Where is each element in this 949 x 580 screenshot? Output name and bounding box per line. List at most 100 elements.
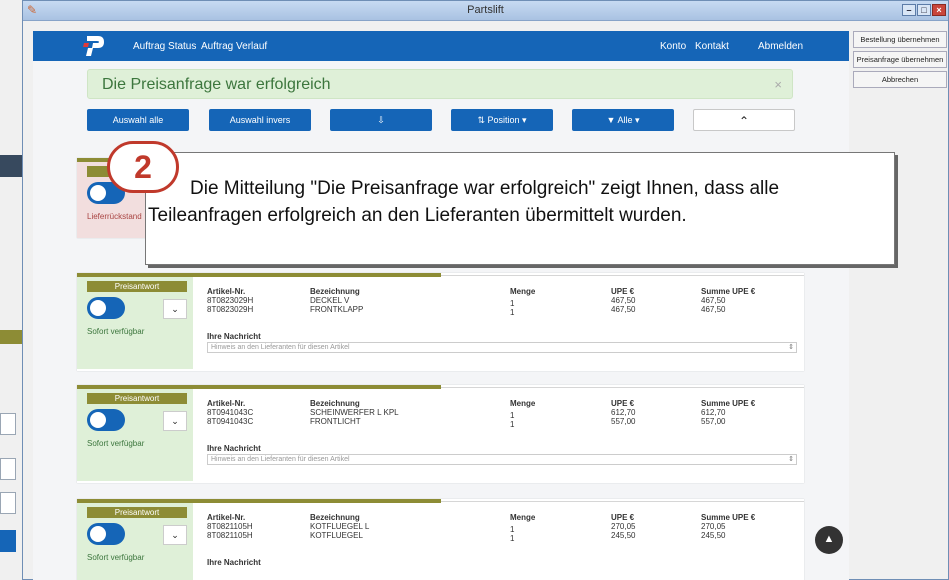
quantity-cell: 1 [510, 411, 515, 420]
nav-auftrag-verlauf[interactable]: Auftrag Verlauf [201, 41, 267, 52]
upe-header: UPE € [611, 513, 635, 522]
background-field-2[interactable] [0, 492, 16, 514]
quantity-cell: 1 [510, 299, 515, 308]
upe-cell: 557,00 [611, 417, 636, 426]
sum-upe-cell: 557,00 [701, 417, 726, 426]
article-no-cell: 8T0823029H [207, 296, 254, 305]
select-inverse-button[interactable]: Auswahl invers [209, 109, 311, 131]
quantity-cell: 1 [510, 420, 515, 429]
description-header: Bezeichnung [310, 513, 360, 522]
position-sort-button[interactable]: ⇅ Position ▾ [451, 109, 553, 131]
scroll-top-button[interactable]: ▲ [815, 526, 843, 554]
your-message-label: Ihre Nachricht [207, 332, 261, 341]
description-cell: DECKEL V [310, 296, 350, 305]
cancel-button[interactable]: Abbrechen [853, 71, 947, 88]
alert-close-icon[interactable]: × [774, 77, 782, 92]
card-status-panel: Preisantwort ⌄ Sofort verfügbar [77, 277, 193, 369]
nav-abmelden[interactable]: Abmelden [758, 41, 803, 52]
article-no-cell: 8T0941043C [207, 408, 254, 417]
main-content: Die Preisanfrage war erfolgreich × Auswa… [33, 61, 849, 580]
select-all-button[interactable]: Auswahl alle [87, 109, 189, 131]
description-header: Bezeichnung [310, 399, 360, 408]
description-cell: FRONTKLAPP [310, 305, 364, 314]
quantity-cell: 1 [510, 308, 515, 317]
action-panel: Bestellung übernehmen Preisanfrage übern… [853, 31, 948, 91]
article-no-header: Artikel-Nr. [207, 287, 246, 296]
your-message-label: Ihre Nachricht [207, 558, 261, 567]
select-toggle[interactable] [87, 523, 125, 545]
item-card-2: Preisantwort ⌄ Sofort verfügbar Artikel-… [77, 273, 804, 371]
maximize-button[interactable]: □ [917, 4, 931, 16]
nav-auftrag-status[interactable]: Auftrag Status [133, 41, 196, 52]
select-toggle[interactable] [87, 297, 125, 319]
supplier-note-input[interactable]: Hinweis an den Lieferanten für diesen Ar… [207, 454, 797, 465]
spinner-icon[interactable]: ⇕ [788, 343, 794, 352]
sort-icon-button[interactable]: ⇩ [330, 109, 432, 131]
upe-cell: 612,70 [611, 408, 636, 417]
minimize-button[interactable]: – [902, 4, 916, 16]
description-header: Bezeichnung [310, 287, 360, 296]
article-no-cell: 8T0821105H [207, 522, 253, 531]
step-number: 2 [134, 149, 152, 185]
background-blue-button[interactable] [0, 530, 16, 552]
expand-dropdown-button[interactable]: ⌄ [163, 411, 187, 431]
sum-upe-cell: 467,50 [701, 305, 726, 314]
expand-dropdown-button[interactable]: ⌄ [163, 299, 187, 319]
order-accept-button[interactable]: Bestellung übernehmen [853, 31, 947, 48]
description-cell: SCHEINWERFER L KPL [310, 408, 399, 417]
background-field[interactable] [0, 458, 16, 480]
window-titlebar: ✎ Partslift – □ × [23, 1, 948, 21]
sum-upe-header: Summe UPE € [701, 287, 756, 296]
item-card-4: Preisantwort ⌄ Sofort verfügbar Artikel-… [77, 499, 804, 580]
collapse-button[interactable]: ⌃ [693, 109, 795, 131]
nav-kontakt[interactable]: Kontakt [695, 41, 729, 52]
quantity-cell: 1 [510, 534, 515, 543]
price-request-accept-button[interactable]: Preisanfrage übernehmen [853, 51, 947, 68]
sum-upe-cell: 612,70 [701, 408, 726, 417]
upe-cell: 467,50 [611, 296, 636, 305]
select-toggle[interactable] [87, 409, 125, 431]
article-no-cell: 8T0941043C [207, 417, 254, 426]
sum-upe-header: Summe UPE € [701, 399, 756, 408]
background-dropdown[interactable] [0, 413, 16, 435]
supplier-note-input[interactable]: Hinweis an den Lieferanten für diesen Ar… [207, 342, 797, 353]
alert-text: Die Preisanfrage war erfolgreich [102, 76, 331, 93]
price-answer-badge: Preisantwort [87, 393, 187, 404]
step-number-badge: 2 [107, 141, 179, 193]
sum-upe-cell: 245,50 [701, 531, 726, 540]
quantity-cell: 1 [510, 525, 515, 534]
filter-all-button[interactable]: ▼ Alle ▾ [572, 109, 674, 131]
description-cell: KOTFLUEGEL L [310, 522, 370, 531]
web-page: Auftrag Status Auftrag Verlauf Konto Kon… [33, 31, 849, 580]
quantity-header: Menge [510, 513, 536, 522]
item-card-3: Preisantwort ⌄ Sofort verfügbar Artikel-… [77, 385, 804, 483]
nav-konto[interactable]: Konto [660, 41, 686, 52]
card-status-panel: Preisantwort ⌄ Sofort verfügbar [77, 503, 193, 580]
price-answer-badge: Preisantwort [87, 281, 187, 292]
partslift-window: ✎ Partslift – □ × Auftrag Status Auftrag… [22, 0, 949, 580]
description-cell: KOTFLUEGEL [310, 531, 363, 540]
price-answer-badge: Preisantwort [87, 507, 187, 518]
close-window-button[interactable]: × [932, 4, 946, 16]
availability-text: Sofort verfügbar [87, 439, 145, 448]
card-status-text: Lieferrückstand [87, 212, 142, 221]
expand-dropdown-button[interactable]: ⌄ [163, 525, 187, 545]
article-no-cell: 8T0823029H [207, 305, 254, 314]
spinner-icon[interactable]: ⇕ [788, 455, 794, 464]
description-cell: FRONTLICHT [310, 417, 361, 426]
sum-upe-cell: 467,50 [701, 296, 726, 305]
article-no-header: Artikel-Nr. [207, 513, 246, 522]
upe-cell: 270,05 [611, 522, 636, 531]
article-no-cell: 8T0821105H [207, 531, 253, 540]
availability-text: Sofort verfügbar [87, 553, 145, 562]
quantity-header: Menge [510, 287, 536, 296]
card-status-panel: Preisantwort ⌄ Sofort verfügbar [77, 389, 193, 481]
window-title: Partslift [467, 4, 504, 16]
note-placeholder: Hinweis an den Lieferanten für diesen Ar… [211, 344, 350, 351]
availability-text: Sofort verfügbar [87, 327, 145, 336]
quantity-header: Menge [510, 399, 536, 408]
sum-upe-header: Summe UPE € [701, 513, 756, 522]
upe-cell: 245,50 [611, 531, 636, 540]
background-olive-band [0, 330, 22, 344]
top-navbar: Auftrag Status Auftrag Verlauf Konto Kon… [33, 31, 849, 61]
